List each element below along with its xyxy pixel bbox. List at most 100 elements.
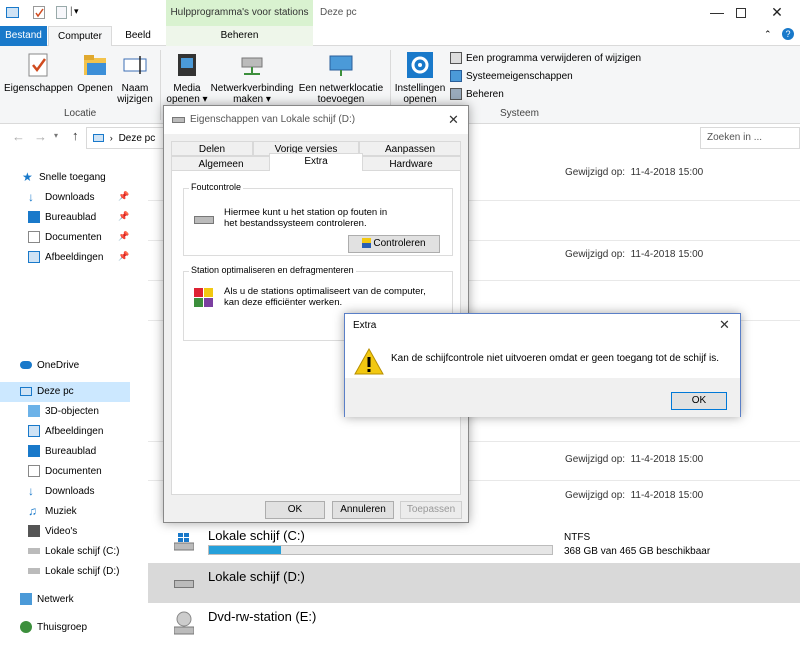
system-group-label: Systeem	[500, 108, 539, 119]
pin-icon[interactable]: 📌	[118, 211, 129, 222]
drive-e-name: Dvd-rw-station (E:)	[208, 609, 317, 624]
error-dialog-title: Extra	[353, 320, 377, 331]
nav-downloads[interactable]: ↓ Downloads	[28, 482, 94, 502]
check-button-label: Controleren	[373, 238, 426, 249]
nav-videos[interactable]: Video's	[28, 522, 77, 542]
netdrive-label-1: Netwerkverbinding	[210, 83, 294, 94]
nav-label: Bureaublad	[45, 446, 97, 457]
rename-button[interactable]: Naam wijzigen	[116, 46, 154, 105]
ribbon-collapse-icon[interactable]: ⌃	[764, 29, 772, 40]
modified-label: Gewijzigd op:	[565, 454, 626, 465]
pictures-icon	[28, 425, 40, 438]
media-open-button[interactable]: Media openen ▾	[164, 46, 210, 105]
error-ok-button[interactable]: OK	[671, 392, 727, 410]
modified-info: Gewijzigd op: 11-4-2018 15:00	[565, 454, 703, 465]
modified-label: Gewijzigd op:	[565, 249, 626, 260]
nav-pictures[interactable]: Afbeeldingen	[28, 422, 103, 442]
uninstall-program-button[interactable]: Een programma verwijderen of wijzigen	[450, 50, 641, 68]
address-bar[interactable]: › Deze pc	[86, 127, 166, 149]
tab-tools[interactable]: Extra	[269, 153, 363, 171]
properties-button[interactable]: Eigenschappen	[4, 46, 73, 94]
tab-file[interactable]: Bestand	[0, 26, 47, 46]
desktop-icon	[28, 445, 40, 458]
system-properties-button[interactable]: Systeemeigenschappen	[450, 68, 573, 86]
pin-icon[interactable]: 📌	[118, 251, 129, 262]
nav-network[interactable]: Netwerk	[20, 590, 74, 610]
pin-icon[interactable]: 📌	[118, 191, 129, 202]
nav-quick-pictures[interactable]: Afbeeldingen	[28, 248, 103, 268]
close-button[interactable]: ✕	[754, 0, 800, 26]
nav-3d-objects[interactable]: 3D-objecten	[28, 402, 99, 422]
properties-quick-icon[interactable]	[33, 6, 45, 19]
qat-dropdown-icon[interactable]: ▾	[74, 6, 79, 17]
tab-sharing[interactable]: Delen	[171, 141, 253, 156]
nav-drive-d[interactable]: Lokale schijf (D:)	[28, 562, 119, 582]
media-label-1: Media	[173, 83, 201, 94]
pictures-icon	[28, 251, 40, 264]
document-icon	[28, 465, 40, 478]
drive-icon	[174, 580, 194, 588]
drive-icon	[28, 568, 40, 575]
drive-d-tile[interactable]: Lokale schijf (D:)	[148, 563, 800, 603]
tab-computer[interactable]: Computer	[48, 26, 112, 47]
rename-label-1: Naam	[121, 83, 149, 94]
props-cancel-button[interactable]: Annuleren	[332, 501, 394, 519]
error-dialog-close-icon[interactable]: ✕	[719, 317, 730, 333]
tab-customize[interactable]: Aanpassen	[359, 141, 461, 156]
optimize-text-1: Als u de stations optimaliseert van de c…	[224, 286, 426, 297]
nav-quick-documents[interactable]: Documenten	[28, 228, 102, 248]
modified-date: 11-4-2018 15:00	[630, 249, 704, 260]
drive-icon	[172, 117, 185, 123]
drive-c-usage-bar	[208, 545, 553, 555]
props-close-icon[interactable]: ✕	[448, 106, 459, 134]
modified-info: Gewijzigd op: 11-4-2018 15:00	[565, 490, 703, 501]
map-network-drive-button[interactable]: Netwerkverbinding maken ▾	[210, 46, 294, 105]
context-tab-drive-tools: Hulpprogramma's voor stations	[166, 0, 313, 26]
open-button[interactable]: Openen	[74, 46, 116, 94]
check-button[interactable]: Controleren	[348, 235, 440, 253]
nav-this-pc[interactable]: Deze pc	[0, 382, 130, 402]
tab-general[interactable]: Algemeen	[171, 156, 271, 171]
pin-icon[interactable]: 📌	[118, 231, 129, 242]
back-icon[interactable]: ←	[12, 129, 25, 144]
nav-homegroup[interactable]: Thuisgroep	[20, 618, 87, 638]
recent-dropdown-icon[interactable]: ▾	[54, 131, 58, 140]
forward-icon[interactable]: →	[34, 129, 47, 144]
help-icon[interactable]: ?	[782, 28, 794, 40]
nav-quick-access[interactable]: ★ Snelle toegang	[22, 168, 106, 188]
drive-c-name: Lokale schijf (C:)	[208, 528, 305, 543]
nav-quick-desktop[interactable]: Bureaublad	[28, 208, 96, 228]
drive-e-tile[interactable]: Dvd-rw-station (E:)	[148, 603, 800, 643]
error-checking-text-2: het bestandssysteem controleren.	[224, 218, 367, 229]
nav-music[interactable]: ♫ Muziek	[28, 502, 77, 522]
breadcrumb-this-pc[interactable]: Deze pc	[119, 133, 156, 144]
search-input[interactable]: Zoeken in ...	[700, 127, 800, 149]
new-folder-quick-icon[interactable]	[56, 6, 67, 19]
tab-manage[interactable]: Beheren	[166, 26, 313, 46]
open-settings-button[interactable]: Instellingen openen	[394, 46, 446, 105]
ribbon-tab-bar: Bestand Computer Beeld Beheren ⌃ ?	[0, 26, 800, 47]
modified-date: 11-4-2018 15:00	[630, 454, 704, 465]
maximize-icon	[736, 8, 746, 18]
manage-icon	[450, 88, 462, 101]
gear-icon	[405, 50, 435, 80]
nav-documents[interactable]: Documenten	[28, 462, 102, 482]
settings-label-1: Instellingen	[394, 83, 446, 94]
nav-desktop[interactable]: Bureaublad	[28, 442, 96, 462]
add-network-location-button[interactable]: Een netwerklocatie toevoegen	[296, 46, 386, 105]
nav-onedrive[interactable]: OneDrive	[20, 356, 79, 376]
tab-view[interactable]: Beeld	[112, 26, 164, 46]
warning-icon	[354, 347, 384, 376]
nav-drive-c[interactable]: Lokale schijf (C:)	[28, 542, 119, 562]
tab-hardware[interactable]: Hardware	[361, 156, 461, 171]
drive-c-tile[interactable]: Lokale schijf (C:) NTFS 368 GB van 465 G…	[148, 523, 800, 563]
up-icon[interactable]: ↑	[72, 128, 79, 143]
open-label: Openen	[77, 83, 113, 94]
network-location-icon	[326, 50, 356, 80]
rename-icon	[120, 50, 150, 80]
location-group-label: Locatie	[64, 108, 97, 119]
breadcrumb-chevron: ›	[109, 133, 113, 143]
manage-button[interactable]: Beheren	[450, 86, 504, 104]
nav-quick-downloads[interactable]: ↓ Downloads	[28, 188, 94, 208]
props-ok-button[interactable]: OK	[265, 501, 325, 519]
